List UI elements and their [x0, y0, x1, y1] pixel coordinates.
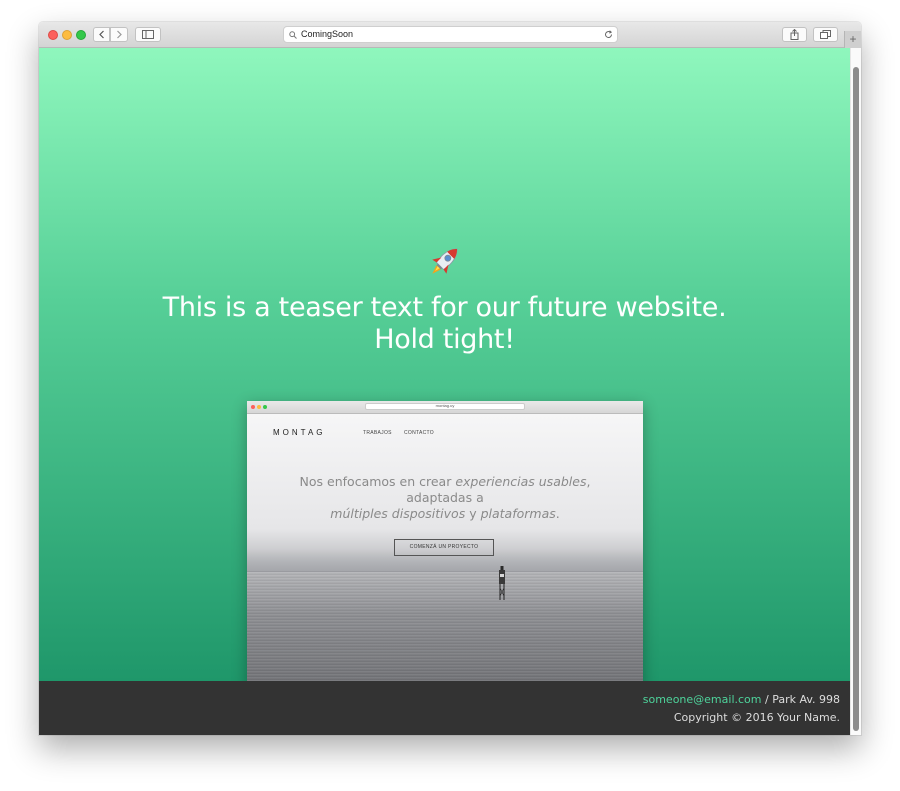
- address-bar[interactable]: ComingSoon: [283, 26, 618, 43]
- preview-cta-button: COMENZÁ UN PROYECTO: [394, 539, 494, 556]
- coming-soon-page: This is a teaser text for our future web…: [39, 48, 850, 681]
- sidebar-button[interactable]: [135, 27, 161, 42]
- preview-page: MONTAG TRABAJOS CONTACTO Nos enfocamos e…: [247, 414, 643, 681]
- preview-logo: MONTAG: [273, 428, 326, 437]
- share-icon: [790, 29, 799, 40]
- preview-sea-post: [499, 566, 505, 600]
- preview-headline-part: y: [465, 506, 481, 521]
- preview-zoom-dot: [263, 405, 267, 409]
- preview-close-dot: [251, 405, 255, 409]
- browser-window: ComingSoon + This is a teaser text for o…: [39, 22, 861, 735]
- footer-email-link[interactable]: someone@email.com: [643, 693, 762, 706]
- reload-icon[interactable]: [604, 30, 613, 39]
- preview-headline-italic: plataformas: [480, 506, 556, 521]
- preview-headline-italic: múltiples dispositivos: [330, 506, 466, 521]
- teaser-text: This is a teaser text for our future web…: [39, 292, 850, 356]
- preview-browser-toolbar: montag.uy: [247, 401, 643, 414]
- minimize-window-button[interactable]: [62, 30, 72, 40]
- preview-headline-part: Nos enfocamos en crear: [299, 474, 456, 489]
- back-button[interactable]: [93, 27, 110, 42]
- tabs-icon: [820, 30, 831, 39]
- address-text: ComingSoon: [301, 29, 354, 39]
- preview-headline-part: .: [555, 506, 560, 521]
- footer-address: / Park Av. 998: [761, 693, 840, 706]
- footer-contact: someone@email.com / Park Av. 998: [643, 693, 840, 706]
- teaser-line-1: This is a teaser text for our future web…: [162, 292, 727, 323]
- new-tab-button[interactable]: +: [844, 31, 861, 48]
- share-button[interactable]: [782, 27, 807, 42]
- footer-copyright: Copyright © 2016 Your Name.: [673, 711, 840, 724]
- chevron-left-icon: [98, 30, 104, 39]
- close-window-button[interactable]: [48, 30, 58, 40]
- magnifier-icon: [289, 31, 297, 39]
- preview-headline-italic: experiencias usables: [455, 474, 587, 489]
- preview-address-text: montag.uy: [435, 403, 455, 408]
- preview-sea: [247, 572, 643, 681]
- preview-nav-trabajos: TRABAJOS: [363, 430, 392, 436]
- browser-toolbar: ComingSoon +: [39, 22, 861, 48]
- scrollbar-thumb[interactable]: [853, 67, 859, 731]
- preview-minimize-dot: [257, 405, 261, 409]
- preview-nav-contacto: CONTACTO: [404, 430, 434, 436]
- rocket-icon: [432, 248, 458, 274]
- sidebar-icon: [142, 30, 154, 39]
- chevron-right-icon: [117, 30, 122, 39]
- vertical-scrollbar[interactable]: [850, 48, 861, 735]
- zoom-window-button[interactable]: [76, 30, 86, 40]
- teaser-line-2: Hold tight!: [374, 324, 515, 355]
- preview-headline: Nos enfocamos en crear experiencias usab…: [267, 474, 623, 522]
- tabs-overview-button[interactable]: [813, 27, 838, 42]
- preview-address-bar: montag.uy: [365, 403, 525, 410]
- forward-button[interactable]: [110, 27, 128, 42]
- website-preview-image: montag.uy MONTAG TRABAJOS CONTACTO Nos e…: [247, 401, 643, 681]
- footer: someone@email.com / Park Av. 998 Copyrig…: [39, 681, 850, 735]
